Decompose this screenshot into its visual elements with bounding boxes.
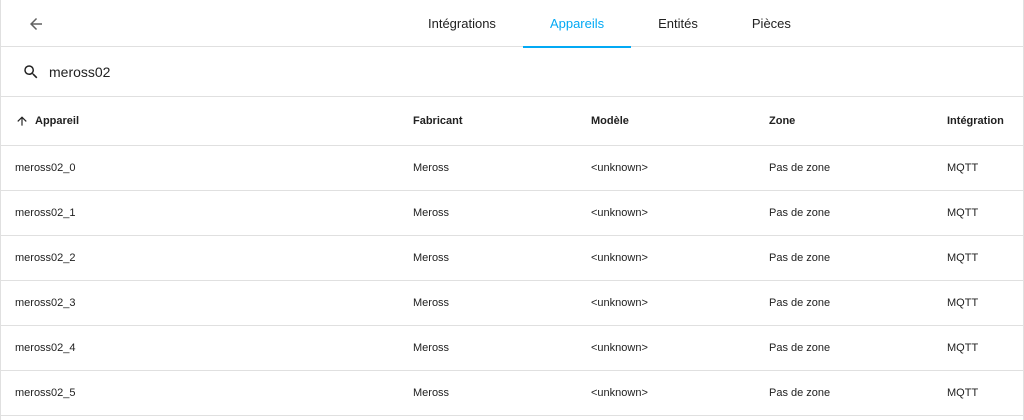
area-cell: Pas de zone: [769, 252, 831, 264]
area-cell: Pas de zone: [769, 207, 831, 219]
tabs: Intégrations Appareils Entités Pièces: [401, 0, 818, 48]
column-header-label: Appareil: [35, 115, 80, 127]
tab-label: Pièces: [751, 16, 791, 31]
column-header-label: Modèle: [591, 115, 629, 127]
search-icon: [24, 65, 38, 79]
device-name-cell: meross02_1: [15, 207, 76, 219]
column-header-manufacturer[interactable]: Fabricant: [413, 97, 463, 145]
tab-devices[interactable]: Appareils: [522, 0, 632, 48]
column-header-label: Zone: [769, 115, 796, 127]
arrow-up-icon: [17, 116, 27, 126]
table-row[interactable]: meross02_3 Meross <unknown> Pas de zone …: [1, 281, 1023, 326]
device-name-cell: meross02_3: [15, 297, 76, 309]
device-name-cell: meross02_2: [15, 252, 76, 264]
integration-cell: MQTT: [947, 297, 979, 309]
model-cell: <unknown>: [591, 162, 648, 174]
area-cell: Pas de zone: [769, 342, 831, 354]
model-cell: <unknown>: [591, 207, 648, 219]
column-header-area[interactable]: Zone: [769, 97, 795, 145]
search-input[interactable]: [49, 60, 649, 84]
integration-cell: MQTT: [947, 252, 979, 264]
area-cell: Pas de zone: [769, 297, 831, 309]
model-cell: <unknown>: [591, 387, 648, 399]
integration-cell: MQTT: [947, 342, 979, 354]
device-name-cell: meross02_4: [15, 342, 76, 354]
tab-label: Entités: [658, 16, 698, 31]
table-row[interactable]: meross02_5 Meross <unknown> Pas de zone …: [1, 371, 1023, 416]
manufacturer-cell: Meross: [413, 342, 450, 354]
tab-label: Intégrations: [428, 16, 496, 31]
devices-table: Appareil Fabricant Modèle Zone Intégrati…: [1, 97, 1023, 416]
tab-areas[interactable]: Pièces: [725, 0, 818, 47]
devices-page: Intégrations Appareils Entités Pièces Ap…: [0, 0, 1024, 420]
column-header-label: Intégration: [947, 115, 1004, 127]
device-name-cell: meross02_0: [15, 162, 76, 174]
table-row[interactable]: meross02_0 Meross <unknown> Pas de zone …: [1, 146, 1023, 191]
tab-entities[interactable]: Entités: [631, 0, 725, 47]
back-button[interactable]: [23, 11, 49, 37]
top-tab-bar: Intégrations Appareils Entités Pièces: [1, 0, 1023, 48]
arrow-left-icon: [30, 18, 42, 30]
integration-cell: MQTT: [947, 162, 979, 174]
table-row[interactable]: meross02_2 Meross <unknown> Pas de zone …: [1, 236, 1023, 281]
integration-cell: MQTT: [947, 207, 979, 219]
tab-integrations[interactable]: Intégrations: [401, 0, 523, 47]
table-row[interactable]: meross02_1 Meross <unknown> Pas de zone …: [1, 191, 1023, 236]
model-cell: <unknown>: [591, 342, 648, 354]
column-header-device[interactable]: Appareil: [15, 97, 79, 145]
manufacturer-cell: Meross: [413, 252, 450, 264]
table-row[interactable]: meross02_4 Meross <unknown> Pas de zone …: [1, 326, 1023, 371]
area-cell: Pas de zone: [769, 162, 831, 174]
model-cell: <unknown>: [591, 252, 648, 264]
manufacturer-cell: Meross: [413, 387, 450, 399]
column-header-integration[interactable]: Intégration: [947, 97, 1004, 145]
table-header-row: Appareil Fabricant Modèle Zone Intégrati…: [1, 97, 1023, 146]
column-header-label: Fabricant: [413, 115, 463, 127]
area-cell: Pas de zone: [769, 387, 831, 399]
column-header-model[interactable]: Modèle: [591, 97, 629, 145]
tab-label: Appareils: [549, 16, 605, 31]
device-name-cell: meross02_5: [15, 387, 76, 399]
manufacturer-cell: Meross: [413, 297, 450, 309]
model-cell: <unknown>: [591, 297, 648, 309]
manufacturer-cell: Meross: [413, 162, 450, 174]
manufacturer-cell: Meross: [413, 207, 450, 219]
search-bar: [1, 47, 1023, 97]
integration-cell: MQTT: [947, 387, 979, 399]
